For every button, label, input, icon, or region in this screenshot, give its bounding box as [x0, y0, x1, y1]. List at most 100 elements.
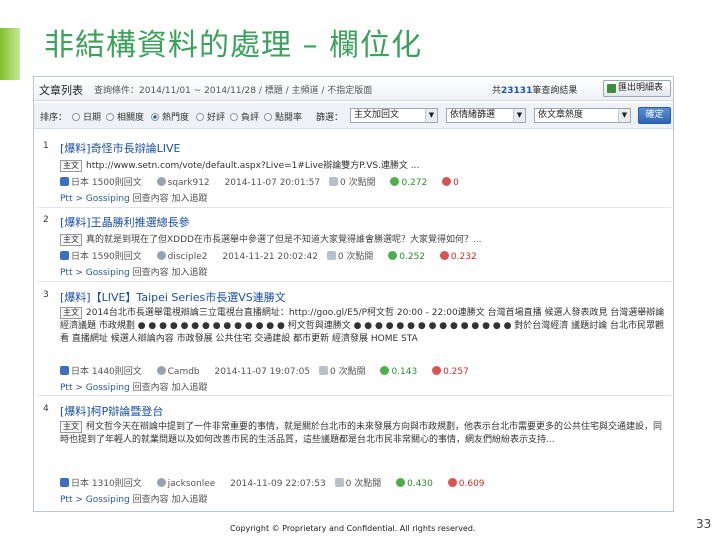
chevron-down-icon: ▼	[618, 109, 630, 122]
post-type-badge: 主文	[60, 234, 82, 246]
chevron-down-icon: ▼	[513, 109, 525, 122]
post-type-badge: 主文	[60, 307, 82, 319]
author-info: jacksonlee	[156, 478, 222, 489]
sort-option-popularity[interactable]: 熱門度	[151, 110, 189, 123]
positive-score: 0.252	[388, 251, 431, 262]
post-type-badge: 主文	[60, 421, 82, 433]
negative-score: 0	[442, 177, 465, 188]
excel-icon	[607, 84, 616, 93]
result-snippet-block: 主文 2014台北市長選舉電視辯論三立電視台直播網址：http://goo.gl/…	[60, 307, 665, 359]
export-button[interactable]: 匯出明細表	[603, 80, 671, 97]
negative-score: 0.609	[447, 478, 491, 489]
board-info: 日本 1500則回文	[60, 177, 148, 188]
tab-article-list[interactable]: 文章列表	[39, 82, 83, 98]
query-conditions: 查詢條件：2014/11/01 ~ 2014/11/28 / 標題 / 主頻道 …	[94, 86, 373, 96]
comment-icon	[329, 177, 338, 186]
reply-info: 0 次點閱	[318, 366, 372, 377]
result-meta: 日本 1310則回文 jacksonlee 2014-11-09 22:07:5…	[60, 476, 497, 489]
divider	[38, 207, 671, 208]
reply-info: 0 次點閱	[329, 177, 382, 188]
board-icon	[60, 251, 69, 260]
result-snippet: 2014台北市長選舉電視辯論三立電視台直播網址：http://goo.gl/E5…	[60, 308, 665, 344]
result-index: 4	[43, 404, 49, 414]
result-meta: 日本 1440則回文 Camdb 2014-11-07 19:07:05 0 次…	[60, 364, 481, 377]
author-info: Camdb	[156, 366, 206, 377]
positive-score: 0.272	[390, 177, 433, 188]
filter-label: 篩選：	[316, 113, 344, 123]
results-count: 共23131筆查詢結果	[492, 86, 578, 96]
result-snippet-line: 主文 真的就是到現在了但XDDD在市長選舉中參選了但是不知道大家覺得誰會勝選呢？大…	[60, 232, 482, 246]
post-time: 2014-11-07 19:07:05	[214, 367, 311, 377]
sort-option-negative[interactable]: 負評	[230, 110, 259, 123]
result-title-link[interactable]: [爆料]【LIVE】Taipei Series市長選VS連勝文	[60, 289, 286, 305]
results-toolbar: 文章列表 查詢條件：2014/11/01 ~ 2014/11/28 / 標題 /…	[34, 77, 673, 101]
smile-icon	[380, 366, 390, 375]
sort-option-positive[interactable]: 好評	[196, 110, 225, 123]
result-snippet-block: 主文 柯文哲今天在辯論中提到了一件非常重要的事情，就是關於台北市的未來發展方向與市…	[60, 421, 665, 473]
sort-option-relevance[interactable]: 相關度	[106, 110, 144, 123]
comment-icon	[334, 478, 344, 487]
smile-icon	[396, 478, 406, 487]
result-source-path: Ptt > Gossiping 回查內容 加入追蹤	[60, 268, 208, 278]
frown-icon	[432, 366, 442, 375]
board-icon	[60, 478, 69, 487]
result-meta: 日本 1500則回文 sqark912 2014-11-07 20:01:57 …	[60, 175, 471, 188]
result-index: 3	[43, 290, 49, 300]
positive-score: 0.143	[380, 366, 423, 377]
post-time: 2014-11-09 22:07:53	[230, 479, 326, 489]
sort-filter-bar: 排序： 日期 相關度 熱門度 好評 負評 點閱率 篩選： 主文加回文 ▼ 依情緒篩…	[34, 103, 673, 129]
user-icon	[156, 251, 166, 260]
divider	[38, 281, 671, 282]
board-icon	[60, 366, 69, 375]
divider	[38, 395, 671, 396]
result-index: 2	[43, 215, 49, 225]
author-info: sqark912	[156, 177, 216, 188]
page-number: 33	[696, 517, 712, 531]
user-icon	[156, 478, 166, 487]
post-type-select[interactable]: 主文加回文 ▼	[350, 108, 438, 123]
frown-icon	[439, 251, 449, 260]
comment-icon	[318, 366, 328, 375]
board-info: 日本 1590則回文	[60, 251, 148, 262]
result-snippet-line: 主文 http://www.setn.com/vote/default.aspx?…	[60, 158, 419, 172]
result-index: 1	[43, 141, 49, 151]
sort-label: 排序：	[40, 113, 68, 123]
sentiment-select[interactable]: 依情緒篩選 ▼	[446, 108, 526, 123]
copyright-notice: Copyright © Proprietary and Confidential…	[230, 524, 476, 533]
chevron-down-icon: ▼	[425, 109, 437, 122]
board-icon	[60, 177, 69, 186]
sort-option-clickrate[interactable]: 點閱率	[264, 110, 302, 123]
result-title-link[interactable]: [爆料]柯P辯論暨登台	[60, 403, 163, 419]
post-type-badge: 主文	[60, 160, 82, 172]
positive-score: 0.430	[396, 478, 439, 489]
comment-icon	[326, 251, 336, 260]
frown-icon	[442, 177, 452, 186]
user-icon	[156, 366, 166, 375]
result-snippet: 柯文哲今天在辯論中提到了一件非常重要的事情，就是關於台北市的未來發展方向與市政規…	[60, 422, 663, 445]
user-icon	[156, 177, 166, 186]
slide-title: 非結構資料的處理 – 欄位化	[44, 28, 423, 63]
frown-icon	[447, 478, 457, 487]
result-source-path: Ptt > Gossiping 回查內容 加入追蹤	[60, 495, 208, 505]
result-source-path: Ptt > Gossiping 回查內容 加入追蹤	[60, 383, 208, 393]
result-title-link[interactable]: [爆料]奇怪市長辯論LIVE	[60, 140, 180, 156]
submit-button[interactable]: 確定	[638, 107, 671, 124]
smile-icon	[390, 177, 400, 186]
post-time: 2014-11-21 20:02:42	[222, 252, 318, 262]
screenshot-panel: 文章列表 查詢條件：2014/11/01 ~ 2014/11/28 / 標題 /…	[33, 76, 674, 512]
smile-icon	[388, 251, 398, 260]
board-info: 日本 1440則回文	[60, 366, 148, 377]
post-time: 2014-11-07 20:01:57	[224, 178, 321, 188]
reply-info: 0 次點閱	[326, 251, 380, 262]
board-info: 日本 1310則回文	[60, 478, 148, 489]
result-meta: 日本 1590則回文 disciple2 2014-11-21 20:02:42…	[60, 249, 489, 262]
result-source-path: Ptt > Gossiping 回查內容 加入追蹤	[60, 194, 208, 204]
heat-select[interactable]: 依文章熱度 ▼	[534, 108, 631, 123]
negative-score: 0.232	[439, 251, 483, 262]
author-info: disciple2	[156, 251, 214, 262]
result-snippet: http://www.setn.com/vote/default.aspx?Li…	[86, 161, 420, 171]
result-snippet: 真的就是到現在了但XDDD在市長選舉中參選了但是不知道大家覺得誰會勝選呢？大家覺…	[86, 235, 482, 245]
negative-score: 0.257	[432, 366, 475, 377]
result-title-link[interactable]: [爆料]王晶勝利推選總長參	[60, 214, 190, 230]
sort-option-date[interactable]: 日期	[72, 110, 101, 123]
